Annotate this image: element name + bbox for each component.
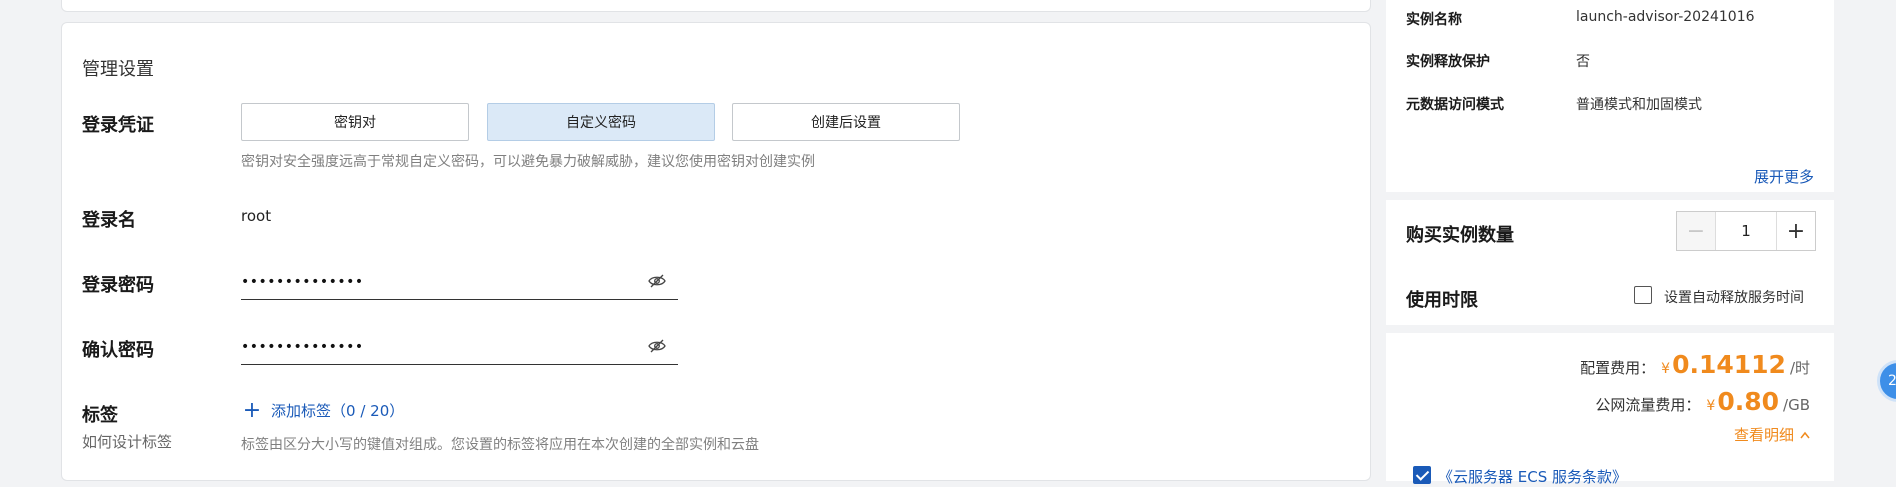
- tags-label: 标签: [82, 405, 118, 426]
- decrement-button[interactable]: −: [1677, 212, 1716, 250]
- divider: [1386, 325, 1834, 333]
- order-summary-panel: 实例名称 launch-advisor-20241016 实例释放保护 否 元数…: [1386, 0, 1834, 486]
- confirm-password-field[interactable]: ••••••••••••••: [241, 331, 678, 365]
- login-name-label: 登录名: [82, 210, 136, 231]
- tags-hint: 标签由区分大小写的键值对组成。您设置的标签将应用在本次创建的全部实例和云盘: [241, 437, 759, 453]
- login-credential-hint: 密钥对安全强度远高于常规自定义密码，可以避免暴力破解威胁，建议您使用密钥对创建实…: [241, 154, 815, 170]
- increment-button[interactable]: +: [1776, 212, 1815, 250]
- floating-badge-button[interactable]: 2: [1877, 360, 1896, 402]
- summary-label-metadata-mode: 元数据访问模式: [1406, 97, 1504, 113]
- login-password-field[interactable]: ••••••••••••••: [241, 266, 678, 300]
- previous-section-card: [61, 0, 1371, 12]
- view-detail-label[interactable]: 查看明细: [1734, 424, 1794, 445]
- add-tag-label[interactable]: 添加标签: [271, 402, 331, 420]
- eye-off-icon[interactable]: [648, 274, 666, 288]
- config-fee-line: 配置费用： ¥ 0.14112 /时: [1580, 350, 1810, 379]
- config-fee-amount: 0.14112: [1672, 350, 1786, 379]
- eye-off-icon[interactable]: [648, 339, 666, 353]
- summary-label-instance-name: 实例名称: [1406, 12, 1462, 28]
- expand-more-link[interactable]: 展开更多: [1754, 166, 1814, 187]
- confirm-password-value[interactable]: ••••••••••••••: [241, 339, 364, 355]
- ecs-terms-link[interactable]: 《云服务器 ECS 服务条款》: [1438, 466, 1627, 487]
- summary-label-release-protection: 实例释放保护: [1406, 54, 1490, 70]
- set-after-creation-option-button[interactable]: 创建后设置: [732, 103, 960, 141]
- plus-icon[interactable]: +: [241, 399, 263, 421]
- summary-value-metadata-mode: 普通模式和加固模式: [1576, 97, 1702, 113]
- summary-value-instance-name: launch-advisor-20241016: [1576, 9, 1755, 25]
- config-fee-label: 配置费用：: [1580, 359, 1656, 377]
- traffic-fee-unit: /GB: [1783, 396, 1810, 414]
- divider: [1386, 192, 1834, 200]
- section-title: 管理设置: [82, 59, 154, 80]
- tag-count: （0 / 20）: [331, 402, 405, 420]
- auto-release-checkbox[interactable]: [1634, 286, 1652, 304]
- agreement-checkbox[interactable]: [1413, 466, 1431, 484]
- auto-release-label[interactable]: 设置自动释放服务时间: [1664, 287, 1804, 307]
- add-tag-button[interactable]: + 添加标签（0 / 20）: [241, 399, 405, 421]
- floating-badge-count: 2: [1888, 373, 1896, 389]
- confirm-password-label: 确认密码: [82, 340, 154, 361]
- config-fee-unit: /时: [1789, 359, 1810, 377]
- quantity-stepper[interactable]: − 1 +: [1676, 211, 1816, 251]
- traffic-fee-currency: ¥: [1706, 398, 1716, 414]
- keypair-option-button[interactable]: 密钥对: [241, 103, 469, 141]
- quantity-value[interactable]: 1: [1716, 212, 1776, 250]
- tag-design-help-link[interactable]: 如何设计标签: [82, 431, 172, 452]
- login-credential-label: 登录凭证: [82, 115, 154, 136]
- login-password-value[interactable]: ••••••••••••••: [241, 274, 364, 290]
- quantity-label: 购买实例数量: [1406, 225, 1514, 246]
- duration-label: 使用时限: [1406, 290, 1478, 311]
- login-name-value: root: [241, 207, 272, 225]
- view-detail-link[interactable]: 查看明细: [1734, 424, 1810, 445]
- management-settings-card: 管理设置 登录凭证 密钥对 自定义密码 创建后设置 密钥对安全强度远高于常规自定…: [61, 22, 1371, 481]
- traffic-fee-amount: 0.80: [1717, 387, 1780, 416]
- login-password-label: 登录密码: [82, 275, 154, 296]
- config-fee-currency: ¥: [1661, 361, 1671, 377]
- chevron-up-icon[interactable]: [1800, 431, 1810, 439]
- custom-password-option-button[interactable]: 自定义密码: [487, 103, 715, 141]
- traffic-fee-line: 公网流量费用： ¥ 0.80 /GB: [1595, 387, 1810, 416]
- traffic-fee-label: 公网流量费用：: [1595, 396, 1701, 414]
- summary-value-release-protection: 否: [1576, 54, 1590, 70]
